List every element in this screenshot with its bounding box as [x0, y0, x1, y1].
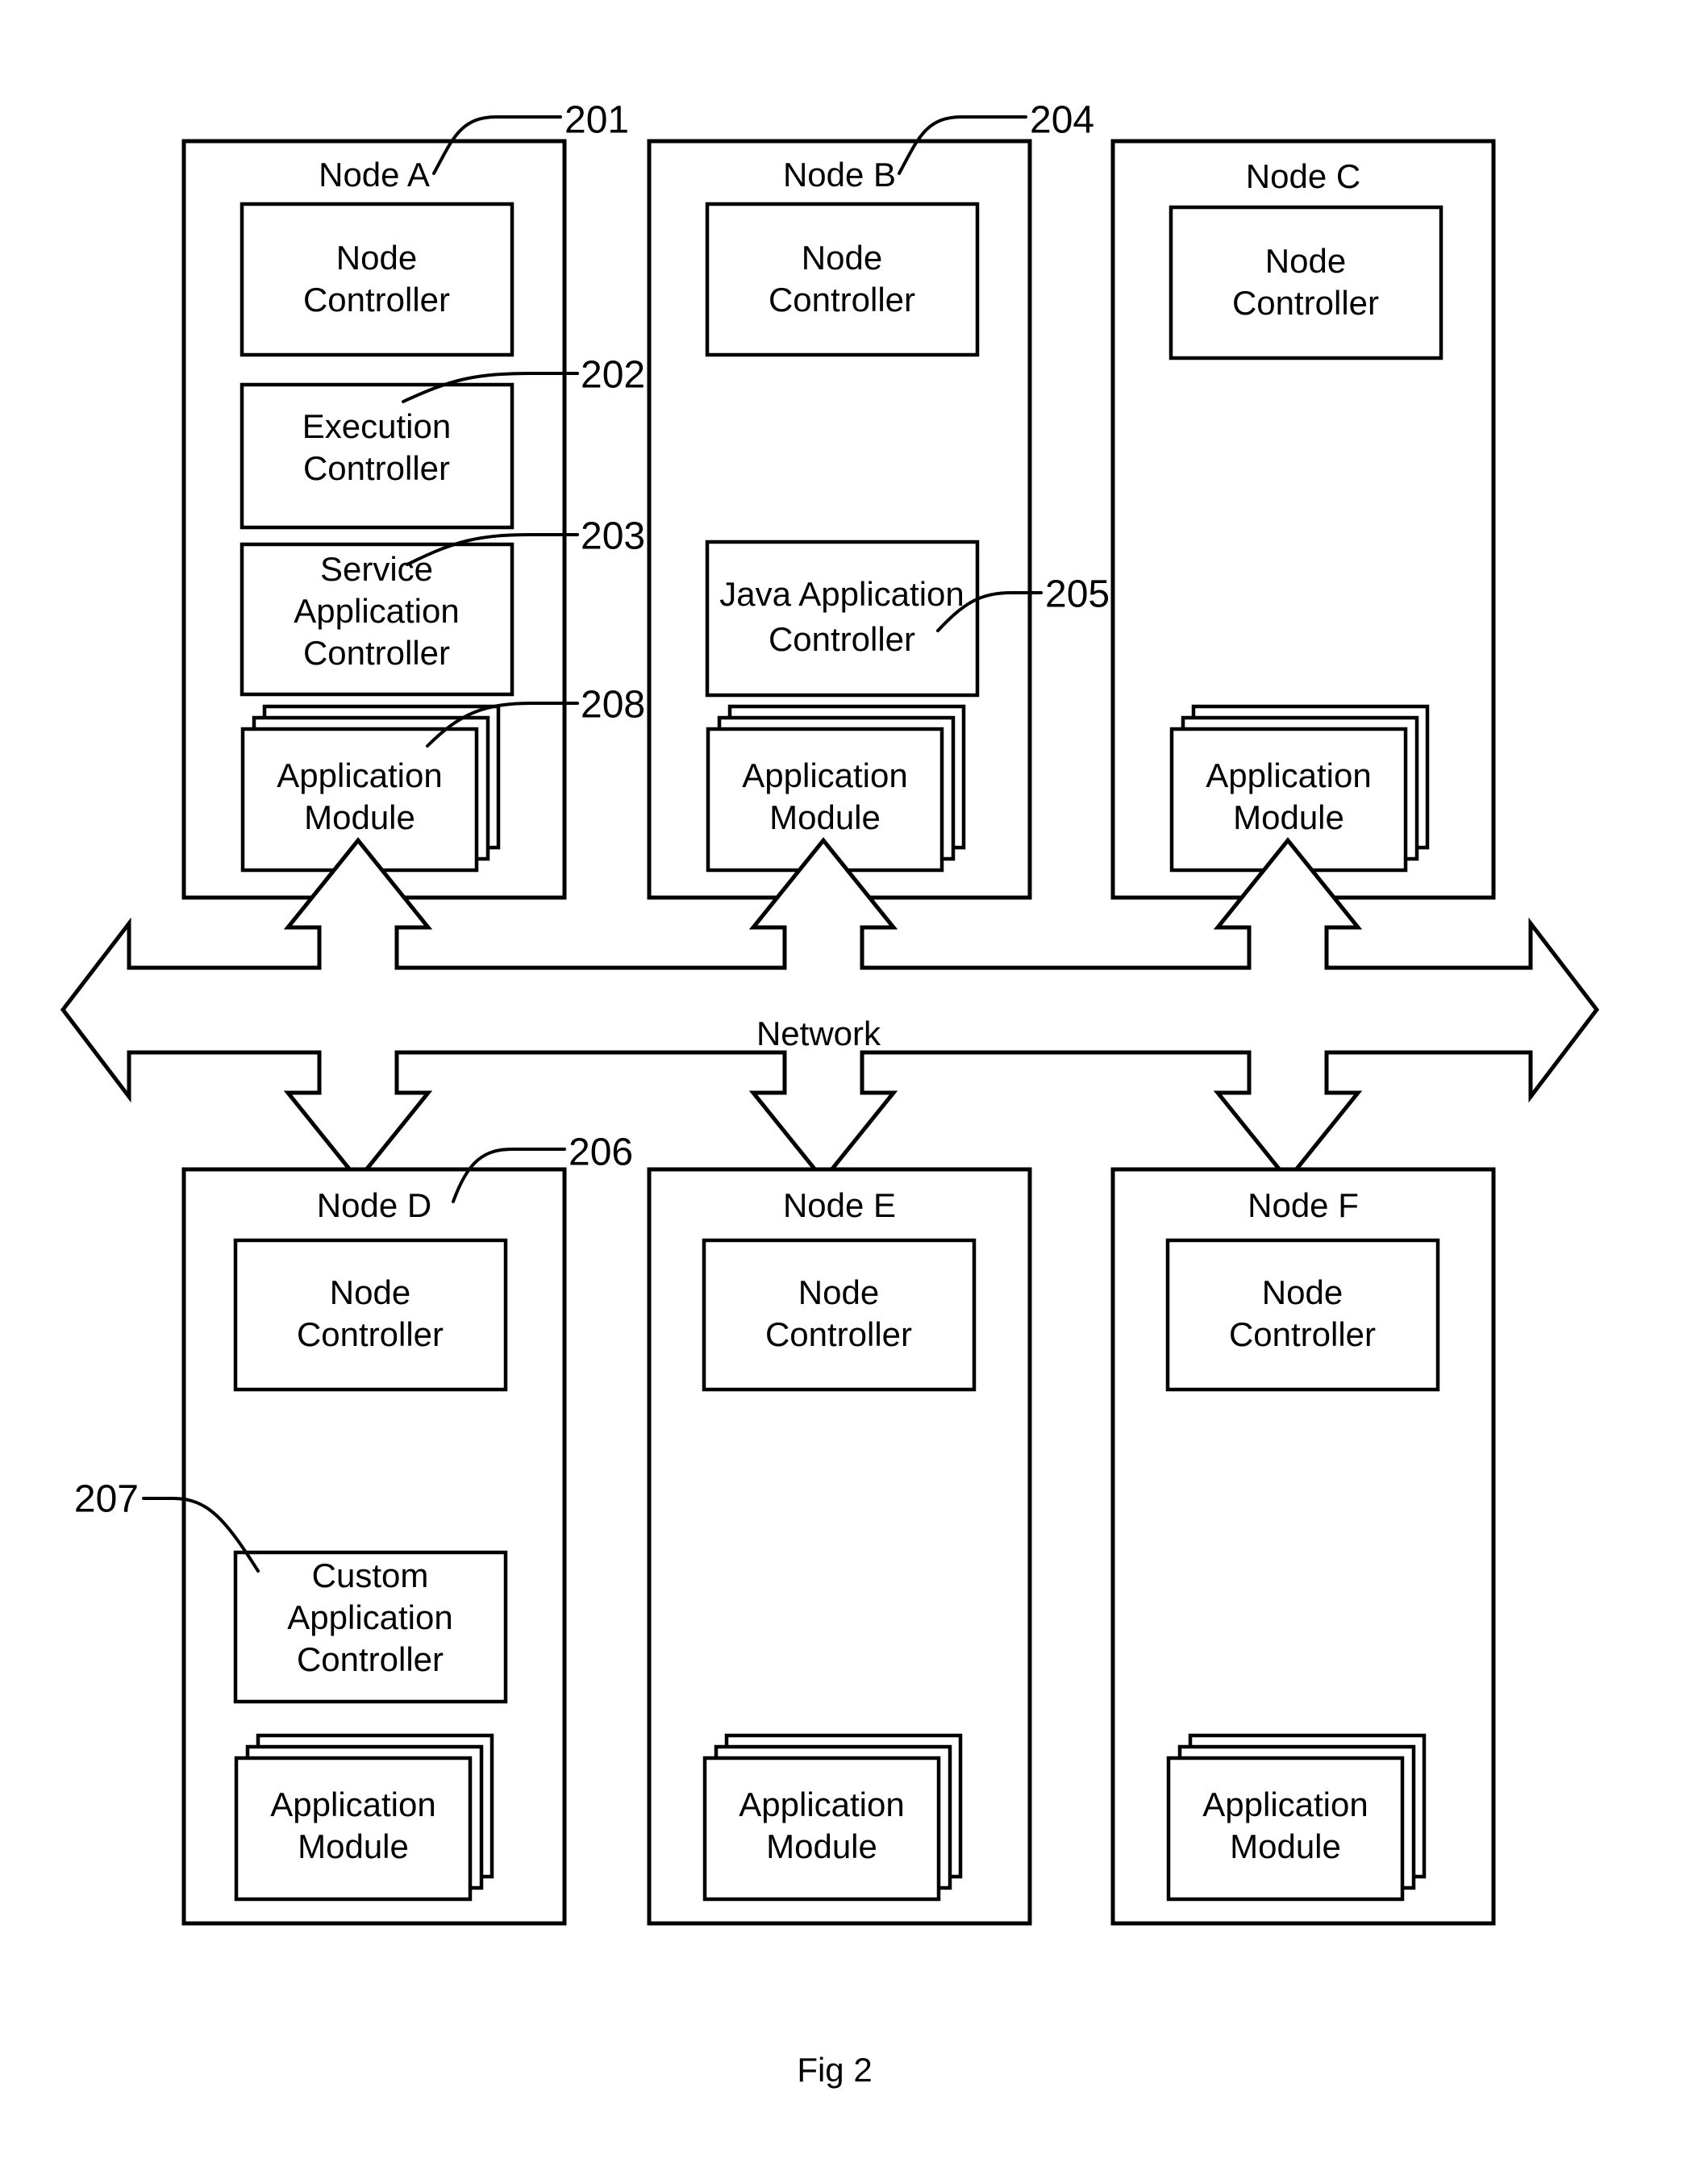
node-a-execution-controller-label-line1: Execution	[302, 407, 451, 445]
node-f-application-module-label-line1: Application	[1202, 1785, 1368, 1823]
node-a-service-app-label-line3: Controller	[303, 634, 450, 672]
node-c-application-module-stack: Application Module	[1169, 704, 1430, 873]
node-b-container: Node B Node Controller Java Application …	[647, 139, 1032, 900]
node-a-execution-controller-label-line2: Controller	[303, 449, 450, 487]
node-f-node-controller-label-line1: Node	[1262, 1273, 1343, 1311]
node-a-application-module-label-line2: Module	[304, 798, 415, 836]
node-b-application-module-stack: Application Module	[706, 704, 966, 873]
node-c-application-module-label-line2: Module	[1233, 798, 1344, 836]
node-a-application-module-label-line1: Application	[277, 756, 442, 794]
node-e-title: Node E	[783, 1186, 896, 1224]
node-c-application-module-label-line1: Application	[1206, 756, 1371, 794]
reference-number-207: 207	[74, 1478, 139, 1521]
node-c-node-controller-box	[1169, 205, 1443, 360]
node-a-service-app-label-line1: Service	[320, 550, 433, 588]
reference-number-208: 208	[581, 684, 645, 727]
node-d-custom-app-label-line1: Custom	[312, 1556, 429, 1594]
figure-caption: Fig 2	[797, 2051, 872, 2089]
figure-canvas: Node A Node Controller Execution Control…	[60, 99, 1600, 2089]
node-c-container: Node C Node Controller Application Modul…	[1110, 139, 1496, 900]
node-d-custom-app-label-line3: Controller	[297, 1640, 444, 1678]
node-d-title: Node D	[317, 1186, 431, 1224]
node-d-node-controller-label-line2: Controller	[297, 1315, 444, 1353]
node-e-application-module-label-line1: Application	[739, 1785, 904, 1823]
node-b-node-controller-label-line1: Node	[802, 239, 882, 277]
node-d-application-module-label-line2: Module	[298, 1827, 409, 1865]
node-a-container: Node A Node Controller Execution Control…	[181, 139, 567, 900]
node-b-application-module-label-line2: Module	[769, 798, 881, 836]
network-label: Network	[756, 1015, 881, 1052]
node-a-title: Node A	[319, 156, 430, 194]
node-a-node-controller-box	[240, 202, 514, 357]
node-b-java-app-label-line1: Java Application	[719, 575, 964, 613]
node-f-node-controller-label-line2: Controller	[1229, 1315, 1376, 1353]
node-c-node-controller-label-line2: Controller	[1232, 284, 1379, 322]
node-b-node-controller-label-line2: Controller	[769, 281, 915, 319]
node-c-title: Node C	[1246, 157, 1360, 195]
node-e-container: Node E Node Controller Application Modul…	[647, 1167, 1032, 1926]
patent-figure-2: Node A Node Controller Execution Control…	[0, 0, 1708, 2175]
node-e-node-controller-label-line2: Controller	[765, 1315, 912, 1353]
node-d-application-module-label-line1: Application	[270, 1785, 435, 1823]
node-d-application-module-stack: Application Module	[234, 1733, 494, 1902]
reference-number-202: 202	[581, 354, 645, 397]
node-e-application-module-label-line2: Module	[766, 1827, 877, 1865]
reference-number-204: 204	[1030, 99, 1094, 142]
node-b-node-controller-box	[705, 202, 980, 357]
node-b-java-application-controller-box	[705, 540, 980, 698]
node-b-title: Node B	[783, 156, 896, 194]
node-a-service-app-label-line2: Application	[294, 592, 459, 630]
node-b-application-module-label-line1: Application	[742, 756, 907, 794]
node-d-custom-app-label-line2: Application	[287, 1598, 452, 1636]
node-c-node-controller-label-line1: Node	[1265, 242, 1346, 280]
reference-number-205: 205	[1045, 573, 1110, 616]
node-e-node-controller-label-line1: Node	[798, 1273, 879, 1311]
node-a-node-controller-label-line2: Controller	[303, 281, 450, 319]
node-f-application-module-label-line2: Module	[1230, 1827, 1341, 1865]
node-d-node-controller-label-line1: Node	[330, 1273, 410, 1311]
reference-number-203: 203	[581, 515, 645, 558]
node-f-application-module-stack: Application Module	[1166, 1733, 1427, 1902]
node-a-node-controller-label-line1: Node	[336, 239, 417, 277]
node-b-java-app-label-line2: Controller	[769, 620, 915, 658]
reference-number-201: 201	[564, 99, 629, 142]
node-f-title: Node F	[1248, 1186, 1359, 1224]
node-a-application-module-stack: Application Module	[240, 704, 501, 873]
node-f-container: Node F Node Controller Application Modul…	[1110, 1167, 1496, 1926]
reference-number-206: 206	[569, 1131, 633, 1174]
node-e-application-module-stack: Application Module	[702, 1733, 963, 1902]
